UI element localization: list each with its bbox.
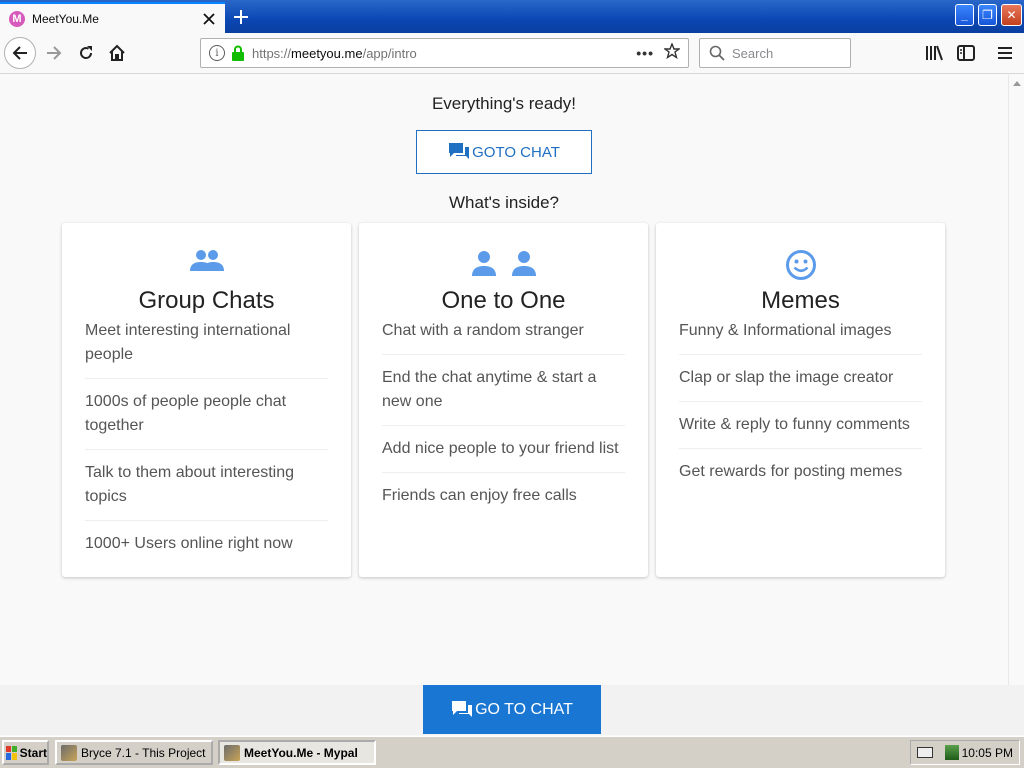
menu-hamburger-icon[interactable] <box>994 42 1016 64</box>
list-item: 1000s of people people chat together <box>85 390 328 450</box>
keyboard-icon[interactable] <box>917 747 933 758</box>
page-actions-button[interactable]: ••• <box>636 45 654 61</box>
home-button[interactable] <box>101 37 133 69</box>
go-to-chat-button[interactable]: GO TO CHAT <box>423 685 601 734</box>
card-group-chats: Group Chats Meet interesting internation… <box>62 223 351 577</box>
card-title: Memes <box>761 287 840 314</box>
tab-title: MeetYou.Me <box>32 11 99 26</box>
list-item: Write & reply to funny comments <box>679 413 922 449</box>
taskbar-item-mypal[interactable]: MeetYou.Me - Mypal <box>218 740 376 765</box>
system-tray: 10:05 PM <box>910 740 1020 765</box>
mypal-app-icon <box>224 744 240 761</box>
navigation-bar: i https://meetyou.me/app/intro ••• Searc… <box>0 33 1024 74</box>
minimize-button[interactable]: _ <box>955 4 974 26</box>
back-arrow-icon <box>12 46 27 60</box>
group-icon <box>62 249 351 273</box>
forward-arrow-icon <box>47 46 62 60</box>
page-content: Everything's ready! GOTO CHAT What's ins… <box>0 75 1008 685</box>
search-bar[interactable]: Search <box>699 38 851 68</box>
feature-list: Funny & Informational images Clap or sla… <box>679 319 922 506</box>
window-close-button[interactable]: ✕ <box>1001 4 1022 26</box>
chat-icon <box>452 700 473 717</box>
ready-heading: Everything's ready! <box>431 94 577 113</box>
library-icon[interactable] <box>923 42 945 64</box>
taskbar-item-label: Bryce 7.1 - This Project <box>81 745 206 760</box>
card-one-to-one: One to One Chat with a random stranger E… <box>359 223 648 577</box>
info-icon[interactable]: i <box>209 45 225 61</box>
list-item: Funny & Informational images <box>679 319 922 355</box>
taskbar-item-label: MeetYou.Me - Mypal <box>244 745 358 760</box>
forward-button[interactable] <box>38 37 70 69</box>
chat-icon <box>449 143 470 159</box>
start-button[interactable]: Start <box>2 740 49 765</box>
goto-chat-outline-label: GOTO CHAT <box>472 143 560 161</box>
back-button[interactable] <box>4 37 36 69</box>
whats-inside-heading: What's inside? <box>448 193 560 212</box>
goto-chat-outline-button[interactable]: GOTO CHAT <box>416 130 592 174</box>
list-item: Add nice people to your friend list <box>382 437 625 473</box>
clock[interactable]: 10:05 PM <box>962 746 1013 760</box>
new-tab-button[interactable] <box>228 4 254 30</box>
card-memes: Memes Funny & Informational images Clap … <box>656 223 945 577</box>
url-host: meetyou.me <box>291 45 363 61</box>
search-placeholder: Search <box>732 45 774 61</box>
list-item: Talk to them about interesting topics <box>85 461 328 521</box>
list-item: Chat with a random stranger <box>382 319 625 355</box>
url-path: /app/intro <box>362 45 417 61</box>
taskbar: Start Bryce 7.1 - This Project MeetYou.M… <box>0 736 1024 768</box>
tab-strip: M MeetYou.Me _ ❐ ✕ <box>0 0 1024 33</box>
tab-close-icon[interactable] <box>199 9 219 29</box>
bottom-bar: GO TO CHAT <box>0 685 1024 735</box>
lock-icon <box>232 45 244 61</box>
url-scheme: https:// <box>252 45 292 61</box>
go-to-chat-label: GO TO CHAT <box>475 700 573 718</box>
url-text[interactable]: https://meetyou.me/app/intro <box>252 46 636 61</box>
list-item: Meet interesting international people <box>85 319 328 379</box>
maximize-button[interactable]: ❐ <box>978 4 997 26</box>
vertical-scrollbar[interactable] <box>1008 75 1024 685</box>
address-bar[interactable]: i https://meetyou.me/app/intro ••• <box>200 38 689 68</box>
network-icon[interactable] <box>945 745 959 760</box>
card-title: Group Chats <box>138 287 275 314</box>
list-item: End the chat anytime & start a new one <box>382 366 625 426</box>
scroll-up-arrow-icon[interactable] <box>1013 81 1021 86</box>
home-icon <box>109 44 125 61</box>
smiley-icon <box>656 249 945 281</box>
windows-flag-icon <box>6 745 17 760</box>
list-item: Clap or slap the image creator <box>679 366 922 402</box>
search-icon <box>709 45 725 61</box>
reload-button[interactable] <box>70 37 102 69</box>
taskbar-item-bryce[interactable]: Bryce 7.1 - This Project <box>55 740 213 765</box>
two-people-icon <box>359 249 648 277</box>
bryce-app-icon <box>61 744 77 761</box>
list-item: Friends can enjoy free calls <box>382 487 577 504</box>
browser-tab[interactable]: M MeetYou.Me <box>0 2 225 33</box>
start-label: Start <box>19 745 47 760</box>
card-title: One to One <box>441 287 566 314</box>
feature-list: Chat with a random stranger End the chat… <box>382 319 625 530</box>
bookmark-star-icon[interactable] <box>662 41 682 64</box>
reload-icon <box>80 46 93 59</box>
sidebar-icon[interactable] <box>955 42 977 64</box>
feature-list: Meet interesting international people 10… <box>85 319 328 578</box>
list-item: Get rewards for posting memes <box>679 463 903 480</box>
list-item: 1000+ Users online right now <box>85 535 293 552</box>
favicon-icon: M <box>9 10 25 27</box>
